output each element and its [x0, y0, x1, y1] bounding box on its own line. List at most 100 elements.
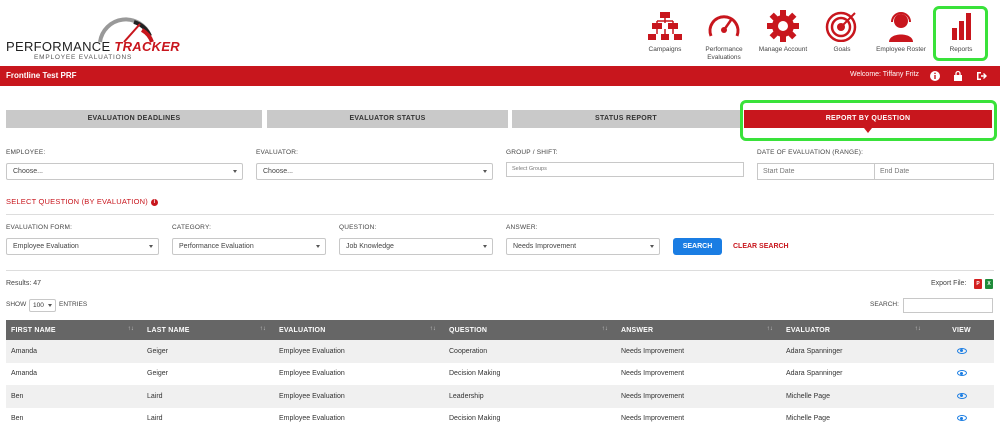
evaluation-form-select[interactable]: Employee Evaluation — [6, 238, 159, 255]
org-chart-icon — [648, 12, 682, 40]
chevron-down-icon — [483, 170, 487, 173]
logo-title: PERFORMANCE TRACKER — [6, 39, 180, 54]
divider — [6, 270, 994, 271]
nav-goals[interactable]: Goals — [812, 0, 872, 66]
cell-answer: Needs Improvement — [616, 340, 781, 363]
table-row: Ben Laird Employee Evaluation Decision M… — [6, 407, 994, 430]
highlight-box-reports — [933, 6, 988, 61]
cell-evaluator: Michelle Page — [781, 407, 929, 430]
cell-last-name: Laird — [142, 407, 274, 430]
cell-question: Leadership — [444, 385, 616, 408]
end-date-input[interactable]: End Date — [874, 163, 994, 180]
cell-answer: Needs Improvement — [616, 385, 781, 408]
logout-icon[interactable] — [975, 70, 987, 82]
chevron-down-icon — [483, 245, 487, 248]
highlight-box-report-tab — [740, 100, 997, 141]
pdf-file-icon[interactable]: P — [974, 279, 982, 289]
page-header-bar: Frontline Test PRF Welcome: Tiffany Frit… — [0, 66, 1000, 86]
headset-user-icon — [889, 12, 913, 42]
nav-employee-roster[interactable]: Employee Roster — [871, 0, 931, 66]
chevron-down-icon — [650, 245, 654, 248]
tab-evaluator-status[interactable]: EVALUATOR STATUS — [267, 110, 508, 128]
eye-icon[interactable] — [956, 347, 967, 354]
search-button[interactable]: SEARCH — [673, 238, 722, 255]
category-select[interactable]: Performance Evaluation — [172, 238, 326, 255]
question-label: QUESTION: — [339, 224, 377, 231]
cell-first-name: Ben — [6, 385, 142, 408]
clear-search-button[interactable]: CLEAR SEARCH — [733, 243, 789, 250]
nav-campaigns[interactable]: Campaigns — [635, 0, 695, 66]
export-label: Export File: — [931, 280, 967, 287]
entries-select[interactable]: 100 — [29, 299, 56, 312]
cell-answer: Needs Improvement — [616, 362, 781, 385]
column-header-answer[interactable]: ANSWER ↑↓ — [616, 320, 781, 340]
select-question-title: SELECT QUESTION (BY EVALUATION) i — [6, 197, 158, 206]
entries-label: ENTRIES — [59, 301, 88, 308]
speedometer-icon — [708, 15, 740, 37]
info-icon[interactable] — [929, 70, 941, 82]
column-header-first-name[interactable]: FIRST NAME ↑↓ — [6, 320, 142, 340]
sort-icon: ↑↓ — [259, 326, 266, 332]
chevron-down-icon — [233, 170, 237, 173]
gear-icon — [767, 10, 799, 42]
nav-label: Performance Evaluations — [705, 46, 743, 61]
info-icon[interactable]: i — [150, 199, 158, 206]
table-row: Amanda Geiger Employee Evaluation Decisi… — [6, 362, 994, 385]
table-row: Amanda Geiger Employee Evaluation Cooper… — [6, 340, 994, 363]
column-header-evaluator[interactable]: EVALUATOR ↑↓ — [781, 320, 929, 340]
nav-label: Campaigns — [648, 46, 682, 53]
tab-evaluation-deadlines[interactable]: EVALUATION DEADLINES — [6, 110, 262, 128]
top-header: PERFORMANCE TRACKER EMPLOYEE EVALUATIONS… — [0, 0, 1000, 66]
answer-label: ANSWER: — [506, 224, 538, 231]
employee-select[interactable]: Choose... — [6, 163, 243, 180]
nav-label: Goals — [833, 46, 851, 53]
date-range-label: DATE OF EVALUATION (RANGE): — [757, 149, 864, 156]
column-header-question[interactable]: QUESTION ↑↓ — [444, 320, 616, 340]
cell-view — [929, 407, 994, 430]
sort-icon: ↑↓ — [601, 326, 608, 332]
evaluator-label: EVALUATOR: — [256, 149, 299, 156]
cell-evaluator: Adara Spanninger — [781, 362, 929, 385]
sort-icon: ↑↓ — [914, 326, 921, 332]
nav-label: Manage Account — [758, 46, 808, 53]
question-select[interactable]: Job Knowledge — [339, 238, 493, 255]
column-header-view: VIEW — [929, 320, 994, 340]
evaluation-form-label: EVALUATION FORM: — [6, 224, 73, 231]
target-icon — [825, 11, 857, 42]
table-search-label: SEARCH: — [870, 301, 899, 308]
results-count: Results: 47 — [6, 280, 42, 287]
sort-icon: ↑↓ — [429, 326, 436, 332]
nav-label: Employee Roster — [876, 46, 926, 53]
page-name: Frontline Test PRF — [6, 71, 77, 80]
cell-last-name: Geiger — [142, 362, 274, 385]
group-input[interactable]: Select Groups — [506, 162, 744, 177]
excel-file-icon[interactable]: X — [985, 279, 993, 289]
lock-icon[interactable] — [952, 70, 964, 82]
cell-view — [929, 362, 994, 385]
start-date-input[interactable]: Start Date — [757, 163, 875, 180]
eye-icon[interactable] — [956, 370, 967, 377]
eye-icon[interactable] — [956, 415, 967, 422]
chevron-down-icon — [316, 245, 320, 248]
cell-last-name: Geiger — [142, 340, 274, 363]
nav-performance-evaluations[interactable]: Performance Evaluations — [694, 0, 754, 66]
cell-evaluator: Michelle Page — [781, 385, 929, 408]
cell-first-name: Ben — [6, 407, 142, 430]
eye-icon[interactable] — [956, 392, 967, 399]
logo-subtitle: EMPLOYEE EVALUATIONS — [34, 54, 133, 61]
cell-view — [929, 385, 994, 408]
column-header-last-name[interactable]: LAST NAME ↑↓ — [142, 320, 274, 340]
cell-view — [929, 340, 994, 363]
table-search-input[interactable] — [903, 298, 993, 313]
column-header-evaluation[interactable]: EVALUATION ↑↓ — [274, 320, 444, 340]
evaluator-select[interactable]: Choose... — [256, 163, 493, 180]
logo[interactable]: PERFORMANCE TRACKER EMPLOYEE EVALUATIONS — [6, 16, 180, 64]
answer-select[interactable]: Needs Improvement — [506, 238, 660, 255]
divider — [6, 214, 994, 215]
cell-answer: Needs Improvement — [616, 407, 781, 430]
category-label: CATEGORY: — [172, 224, 212, 231]
chevron-down-icon — [149, 245, 153, 248]
tab-status-report[interactable]: STATUS REPORT — [512, 110, 740, 128]
nav-manage-account[interactable]: Manage Account — [753, 0, 813, 66]
show-label: SHOW — [6, 301, 27, 308]
